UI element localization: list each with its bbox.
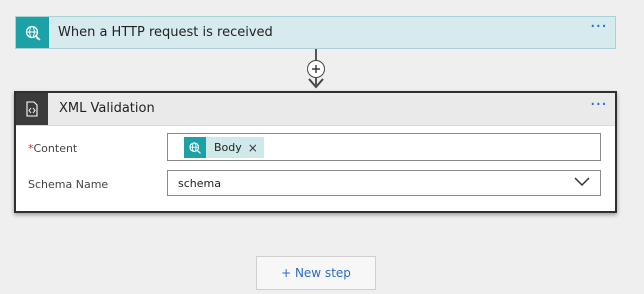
globe-request-icon xyxy=(25,25,40,40)
trigger-icon-box xyxy=(16,17,49,48)
trigger-more-options-button[interactable]: ··· xyxy=(590,18,607,36)
xml-code-icon xyxy=(26,101,38,117)
new-step-button[interactable]: + New step xyxy=(256,256,376,290)
insert-step-button[interactable] xyxy=(307,60,325,78)
schema-name-select[interactable]: schema xyxy=(167,170,601,196)
trigger-card[interactable]: When a HTTP request is received ··· xyxy=(15,16,616,49)
schema-name-value: schema xyxy=(178,177,221,190)
token-label: Body xyxy=(214,141,242,154)
globe-request-icon xyxy=(189,141,201,154)
xml-validation-card[interactable]: XML Validation ··· *Content Body × Schem… xyxy=(14,91,617,213)
content-label: *Content xyxy=(28,142,77,155)
trigger-title: When a HTTP request is received xyxy=(58,25,273,40)
action-icon-box xyxy=(16,93,48,125)
action-more-options-button[interactable]: ··· xyxy=(590,96,607,114)
arrow-down-icon xyxy=(308,78,324,89)
plus-icon xyxy=(312,65,320,73)
action-header[interactable]: XML Validation ··· xyxy=(16,93,615,126)
body-token[interactable]: Body × xyxy=(184,137,264,158)
content-label-text: Content xyxy=(33,142,78,155)
token-icon-box xyxy=(184,137,206,158)
content-input[interactable]: Body × xyxy=(167,133,601,161)
chevron-down-icon[interactable] xyxy=(574,177,590,187)
schema-name-label: Schema Name xyxy=(28,178,109,191)
action-title: XML Validation xyxy=(59,101,155,116)
token-remove-button[interactable]: × xyxy=(246,141,264,155)
